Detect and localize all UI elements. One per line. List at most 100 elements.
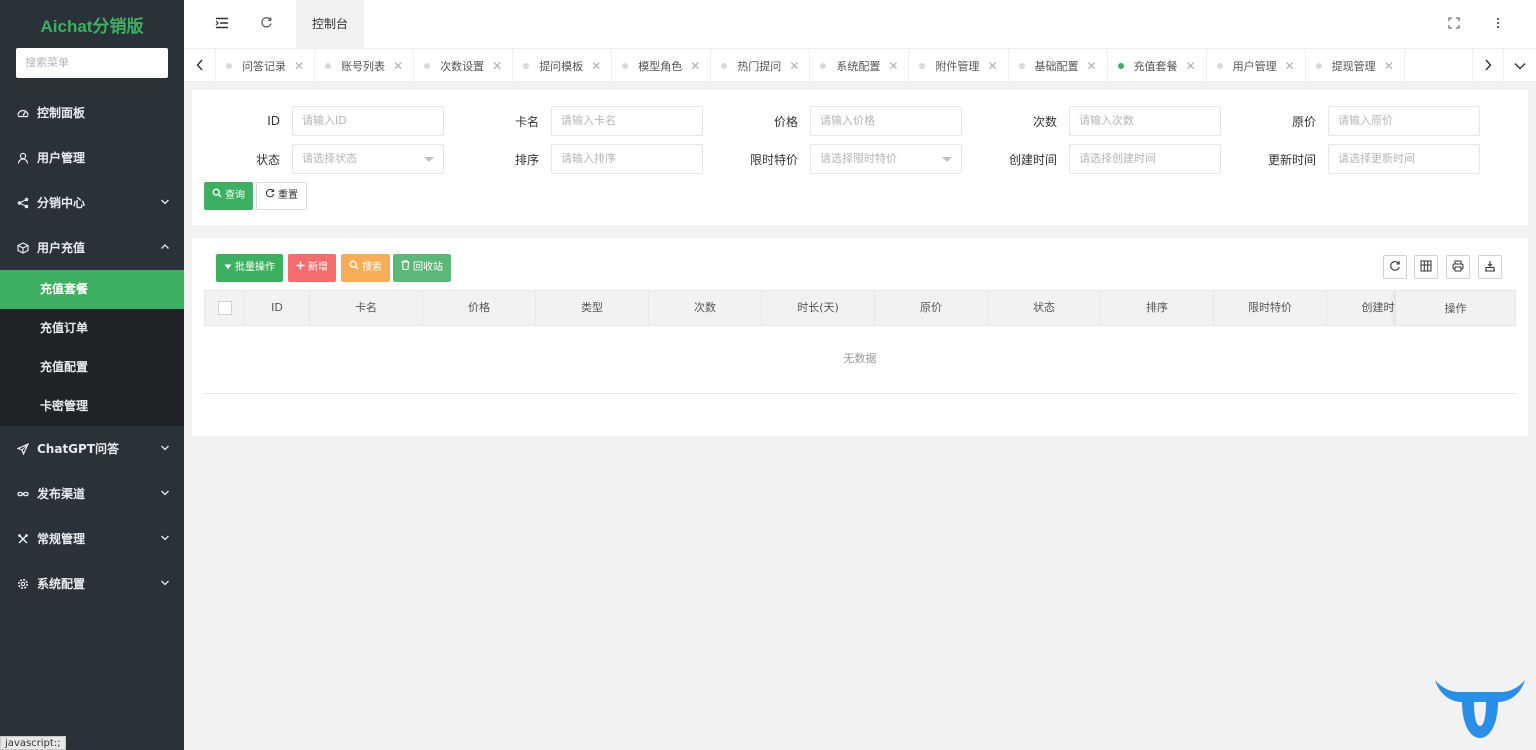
column-header[interactable]: 排序 (1101, 291, 1214, 325)
app-logo: Aichat分销版 (40, 17, 144, 36)
caret-down-icon (424, 157, 434, 162)
tab-label: 系统配置 (836, 60, 881, 73)
search-icon (212, 182, 222, 210)
sidebar-item-dashboard[interactable]: 控制面板 (0, 90, 184, 135)
export-button[interactable] (1478, 255, 1502, 279)
refresh-page-button[interactable] (244, 0, 288, 48)
sidebar-item-label: 用户管理 (37, 151, 86, 165)
page-tab[interactable]: 提现管理 ✕ (1306, 49, 1405, 83)
browser-status-bar: javascript:; (0, 736, 66, 750)
fullscreen-button[interactable] (1432, 0, 1476, 48)
price-input[interactable]: 请输入价格 (810, 106, 962, 136)
column-filter-button[interactable] (1414, 255, 1438, 279)
column-header[interactable]: 价格 (423, 291, 536, 325)
sidebar-item-general[interactable]: 常规管理 (0, 516, 184, 561)
close-icon[interactable]: ✕ (591, 59, 601, 73)
id-input[interactable]: 请输入ID (292, 106, 444, 136)
column-header[interactable]: 次数 (649, 291, 762, 325)
close-icon[interactable]: ✕ (1186, 59, 1196, 73)
tab-label: 次数设置 (440, 60, 485, 73)
sidebar-item-users[interactable]: 用户管理 (0, 135, 184, 180)
close-icon[interactable]: ✕ (393, 59, 403, 73)
print-button[interactable] (1446, 255, 1470, 279)
menu-search-input[interactable]: 搜索菜单 (16, 48, 168, 78)
close-icon[interactable]: ✕ (987, 59, 997, 73)
select-all-cell (205, 291, 245, 325)
sidebar-item-distribution[interactable]: 分销中心 (0, 180, 184, 225)
tab-label: 提问模板 (539, 60, 584, 73)
sidebar-subitem-packages[interactable]: 充值套餐 (0, 270, 184, 309)
sidebar-item-recharge[interactable]: 用户充值 (0, 225, 184, 270)
created-time-input[interactable]: 请选择创建时间 (1069, 144, 1221, 174)
gear-icon (16, 577, 30, 591)
column-header[interactable]: 时长(天) (762, 291, 875, 325)
sidebar-item-label: 常规管理 (37, 532, 86, 546)
original-price-input[interactable]: 请输入原价 (1328, 106, 1480, 136)
reset-button[interactable]: 重置 (256, 182, 307, 210)
close-icon[interactable]: ✕ (1384, 59, 1394, 73)
close-icon[interactable]: ✕ (1087, 59, 1097, 73)
page-tab[interactable]: 热门提问 ✕ (711, 49, 811, 83)
toggle-sidebar-button[interactable] (200, 0, 244, 48)
sidebar-item-label: 用户充值 (37, 241, 86, 255)
page-tab[interactable]: 系统配置 ✕ (810, 49, 910, 83)
tabs-menu-button[interactable] (1504, 49, 1536, 83)
mascot-logo[interactable] (1432, 676, 1528, 742)
tab-status-dot (1117, 63, 1124, 69)
add-button[interactable]: 新增 (288, 254, 336, 282)
sidebar-subitem-cards[interactable]: 卡密管理 (0, 387, 184, 426)
page-tab[interactable]: 问答记录 ✕ (216, 49, 316, 83)
tab-label: 模型角色 (638, 60, 683, 73)
query-button[interactable]: 查询 (204, 182, 253, 210)
table-refresh-button[interactable] (1383, 255, 1407, 279)
export-icon (1484, 260, 1496, 275)
special-price-select[interactable]: 请选择限时特价 (810, 144, 962, 174)
refresh-icon (265, 182, 275, 210)
close-icon[interactable]: ✕ (789, 59, 799, 73)
close-icon[interactable]: ✕ (294, 59, 304, 73)
updated-time-input[interactable]: 请选择更新时间 (1328, 144, 1480, 174)
page-tab[interactable]: 用户管理 ✕ (1207, 49, 1306, 83)
sidebar-subitem-config[interactable]: 充值配置 (0, 348, 184, 387)
close-icon[interactable]: ✕ (1285, 59, 1295, 73)
sort-input[interactable]: 请输入排序 (551, 144, 703, 174)
column-header[interactable]: 卡名 (310, 291, 423, 325)
status-select-placeholder: 请选择状态 (302, 152, 357, 165)
batch-actions-button[interactable]: 批量操作 (216, 254, 283, 282)
close-icon[interactable]: ✕ (888, 59, 898, 73)
tabs-scroll-right-button[interactable] (1472, 49, 1504, 83)
page-tab[interactable]: 附件管理 ✕ (909, 49, 1009, 83)
page-tab[interactable]: 充值套餐 ✕ (1108, 49, 1207, 83)
status-select[interactable]: 请选择状态 (292, 144, 444, 174)
more-button[interactable] (1476, 0, 1520, 48)
close-icon[interactable]: ✕ (690, 59, 700, 73)
page-tab[interactable]: 模型角色 ✕ (612, 49, 712, 83)
page-tab[interactable]: 账号列表 ✕ (315, 49, 415, 83)
column-header[interactable]: 状态 (988, 291, 1101, 325)
page-tab[interactable]: 基础配置 ✕ (1009, 49, 1108, 83)
search-toggle-button[interactable]: 搜索 (341, 254, 390, 282)
page-tab[interactable]: 提问模板 ✕ (513, 49, 613, 83)
sidebar-subitem-orders[interactable]: 充值订单 (0, 309, 184, 348)
sidebar-item-channels[interactable]: 发布渠道 (0, 471, 184, 516)
recycle-bin-button[interactable]: 回收站 (393, 254, 451, 282)
card-name-input[interactable]: 请输入卡名 (551, 106, 703, 136)
chevron-right-icon (1484, 59, 1492, 74)
column-header[interactable]: 限时特价 (1214, 291, 1327, 325)
page-tab[interactable]: 次数设置 ✕ (414, 49, 514, 83)
sidebar-item-system[interactable]: 系统配置 (0, 561, 184, 606)
sidebar-item-chatgpt[interactable]: ChatGPT问答 (0, 426, 184, 471)
search-icon (349, 254, 359, 282)
column-header[interactable]: 原价 (875, 291, 988, 325)
tab-status-dot (1216, 63, 1223, 69)
close-icon[interactable]: ✕ (492, 59, 502, 73)
tabs-scroll-left-button[interactable] (184, 49, 216, 83)
tab-console[interactable]: 控制台 (296, 0, 364, 48)
table-card: 批量操作 新增 搜索 回收站 ID 卡名 价格 类型 次数 时长(天) 原价 状… (192, 238, 1528, 436)
filter-count: 次数 请输入次数 (969, 106, 1228, 136)
filter-status: 状态 请选择状态 (192, 144, 451, 174)
column-header[interactable]: 类型 (536, 291, 649, 325)
column-header[interactable]: ID (245, 291, 310, 325)
select-all-checkbox[interactable] (217, 301, 232, 315)
count-input[interactable]: 请输入次数 (1069, 106, 1221, 136)
